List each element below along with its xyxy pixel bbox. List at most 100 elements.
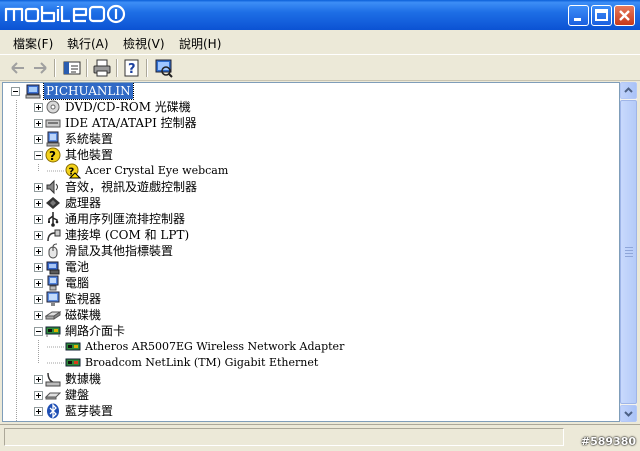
expand-toggle[interactable] <box>34 263 43 272</box>
expand-toggle[interactable] <box>34 231 43 240</box>
forward-button[interactable] <box>30 58 50 78</box>
warning-device-icon: ? <box>65 163 81 179</box>
device-manager-window: 檔案(F) 執行(A) 檢視(V) 說明(H) ? PICHUANLIN DVD… <box>0 0 640 451</box>
optical-drive-icon <box>46 100 60 114</box>
monitor-icon <box>46 291 60 306</box>
menu-file[interactable]: 檔案(F) <box>13 35 53 52</box>
close-button[interactable] <box>614 5 635 26</box>
tree-item-label: 電池 <box>65 260 90 274</box>
tree-item-label: 數據機 <box>65 372 102 386</box>
usb-icon <box>48 212 59 227</box>
maximize-icon <box>595 9 608 21</box>
title-bar[interactable] <box>0 0 640 30</box>
maximize-button[interactable] <box>591 5 612 26</box>
thumb-grip <box>625 250 633 251</box>
bluetooth-icon <box>47 403 59 419</box>
expand-toggle[interactable] <box>34 375 43 384</box>
keyboard-icon <box>45 392 61 400</box>
vertical-scrollbar[interactable] <box>620 82 637 422</box>
tree-item-label: 藍芽裝置 <box>65 404 114 418</box>
device-tree[interactable]: PICHUANLIN DVD/CD-ROM 光碟機 IDE ATA/ATAPI … <box>2 82 620 422</box>
expand-toggle[interactable] <box>34 311 43 320</box>
computer-name: PICHUANLIN <box>43 83 134 100</box>
battery-icon <box>46 261 60 275</box>
tree-item-label: DVD/CD-ROM 光碟機 <box>65 100 191 114</box>
status-bar: #589380 <box>0 424 640 451</box>
computer-icon <box>47 275 59 291</box>
menu-bar: 檔案(F) 執行(A) 檢視(V) 說明(H) <box>0 30 640 54</box>
thumb-grip <box>625 253 633 254</box>
help-icon: ? <box>124 59 139 77</box>
menu-view[interactable]: 檢視(V) <box>123 35 165 52</box>
svg-text:?: ? <box>128 62 136 77</box>
close-icon <box>619 10 630 21</box>
expand-toggle[interactable] <box>34 279 43 288</box>
expand-toggle[interactable] <box>34 199 43 208</box>
tree-item-label: Acer Crystal Eye webcam <box>85 164 229 177</box>
computer-icon <box>25 84 41 99</box>
network-card-icon <box>65 342 81 351</box>
tree-item-label: 監視器 <box>65 292 102 306</box>
tree-item-label: 通用序列匯流排控制器 <box>65 212 186 226</box>
speaker-icon <box>46 179 58 195</box>
scroll-thumb[interactable] <box>620 100 637 404</box>
disk-drive-icon <box>45 311 61 320</box>
expand-toggle[interactable] <box>34 247 43 256</box>
scroll-up-button[interactable] <box>620 82 637 99</box>
tree-item-label: 音效，視訊及遊戲控制器 <box>65 180 198 194</box>
scroll-down-button[interactable] <box>620 405 637 422</box>
chevron-down-icon <box>624 411 633 417</box>
expand-toggle[interactable] <box>34 119 43 128</box>
mobile01-logo <box>4 4 126 24</box>
expand-toggle[interactable] <box>34 295 43 304</box>
tree-item-label: 其他裝置 <box>65 148 114 162</box>
watermark: #589380 <box>580 435 636 448</box>
tree-item-label: 磁碟機 <box>65 308 102 322</box>
thumb-grip <box>625 247 633 248</box>
tree-item-label: Atheros AR5007EG Wireless Network Adapte… <box>85 340 345 353</box>
toolbar-separator <box>86 59 88 77</box>
tree-item-label: IDE ATA/ATAPI 控制器 <box>65 116 197 130</box>
system-device-icon <box>46 131 60 147</box>
scan-hardware-button[interactable] <box>154 58 174 78</box>
tree-item-label: Broadcom NetLink (TM) Gigabit Ethernet <box>85 356 319 369</box>
minimize-button[interactable] <box>568 5 589 26</box>
expand-toggle[interactable] <box>34 103 43 112</box>
properties-button[interactable] <box>62 58 82 78</box>
toolbar-separator <box>54 59 56 77</box>
expand-toggle[interactable] <box>34 183 43 192</box>
menu-action[interactable]: 執行(A) <box>67 35 109 52</box>
toolbar: ? <box>0 54 640 81</box>
tree-item-label: 滑鼠及其他指標裝置 <box>65 244 174 258</box>
back-button[interactable] <box>8 58 28 78</box>
forward-arrow-icon <box>34 62 47 74</box>
tree-item-label: 處理器 <box>65 196 102 210</box>
tree-item-label: 系統裝置 <box>65 132 114 146</box>
collapse-toggle[interactable] <box>34 327 43 336</box>
mouse-icon <box>48 243 58 259</box>
print-button[interactable] <box>92 58 112 78</box>
expand-toggle[interactable] <box>34 407 43 416</box>
expand-toggle[interactable] <box>34 135 43 144</box>
processor-icon <box>46 197 60 209</box>
scan-hardware-icon <box>155 59 173 78</box>
port-cable-icon <box>47 229 61 242</box>
status-field <box>4 428 564 446</box>
expand-toggle[interactable] <box>34 391 43 400</box>
expand-toggle[interactable] <box>34 215 43 224</box>
root-collapse-toggle[interactable] <box>11 87 20 96</box>
back-arrow-icon <box>11 62 24 74</box>
ide-controller-icon <box>45 119 61 128</box>
tree-item-label: 鍵盤 <box>65 388 90 402</box>
minimize-icon <box>574 18 581 21</box>
menu-help[interactable]: 說明(H) <box>179 35 221 52</box>
collapse-toggle[interactable] <box>34 151 43 160</box>
chevron-up-icon <box>624 87 633 93</box>
network-card-icon <box>45 326 61 337</box>
unknown-device-icon: ? <box>45 147 61 163</box>
toolbar-separator <box>116 59 118 77</box>
thumb-grip <box>625 256 633 257</box>
tree-item-label: 連接埠 (COM 和 LPT) <box>65 228 190 242</box>
modem-icon <box>45 372 61 387</box>
help-button[interactable]: ? <box>122 58 142 78</box>
